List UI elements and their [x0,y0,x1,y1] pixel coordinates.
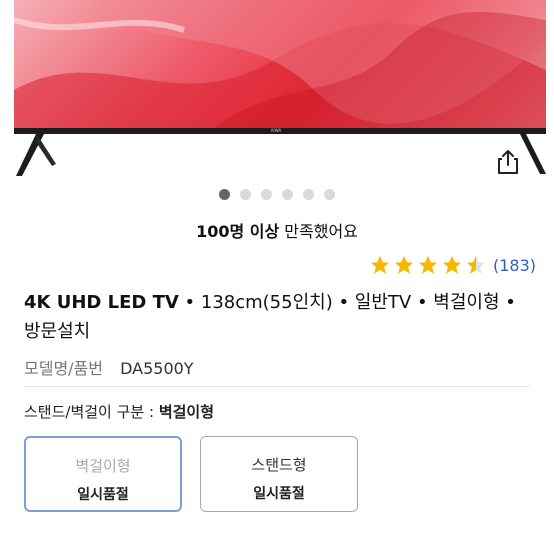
star-full-icon [370,255,390,274]
product-title: 4K UHD LED TV • 138cm(55인치) • 일반TV • 벽걸이… [24,288,534,346]
star-full-icon [442,255,462,274]
satisfaction-count: 100명 이상 [196,222,280,241]
option-name: 벽걸이형 [75,457,131,475]
carousel-dot[interactable] [219,189,230,200]
option-title: 스탠드/벽걸이 구분 : 벽걸이형 [24,401,214,422]
carousel-dot[interactable] [324,189,335,200]
option-selected: 벽걸이형 [158,403,215,421]
option-status: 일시품절 [253,486,305,502]
share-icon [498,150,518,174]
share-button[interactable] [492,146,524,178]
tv-screen-image [14,0,546,128]
brand-mark: AIWA [270,128,282,133]
satisfaction-text: 100명 이상 만족했어요 [0,218,554,242]
review-count-link[interactable]: (183) [493,256,536,275]
carousel-dot[interactable] [261,189,272,200]
product-image[interactable]: AIWA [0,0,554,185]
option-label: 스탠드/벽걸이 구분 : [24,403,159,421]
carousel-dot[interactable] [303,189,314,200]
star-full-icon [418,255,438,274]
option-status: 일시품절 [77,487,129,503]
option-stand-button[interactable]: 스탠드형 일시품절 [200,436,358,512]
star-half-icon [466,255,486,274]
carousel-dot[interactable] [240,189,251,200]
star-rating [369,254,487,276]
model-label: 모델명/품번 [24,359,103,378]
carousel-indicator[interactable] [0,189,554,200]
carousel-dot[interactable] [282,189,293,200]
option-name: 스탠드형 [251,456,307,474]
option-wall-mount-button[interactable]: 벽걸이형 일시품절 [24,436,182,512]
tv-stand-left [16,134,56,176]
rating[interactable]: (183) [369,254,536,276]
satisfaction-rest: 만족했어요 [279,222,358,241]
product-title-bold: 4K UHD LED TV [24,292,179,313]
model-value: DA5500Y [120,359,194,378]
model-info: 모델명/품번 DA5500Y [24,355,194,379]
red-fabric-art [14,0,546,128]
divider [24,386,530,387]
star-full-icon [394,255,414,274]
